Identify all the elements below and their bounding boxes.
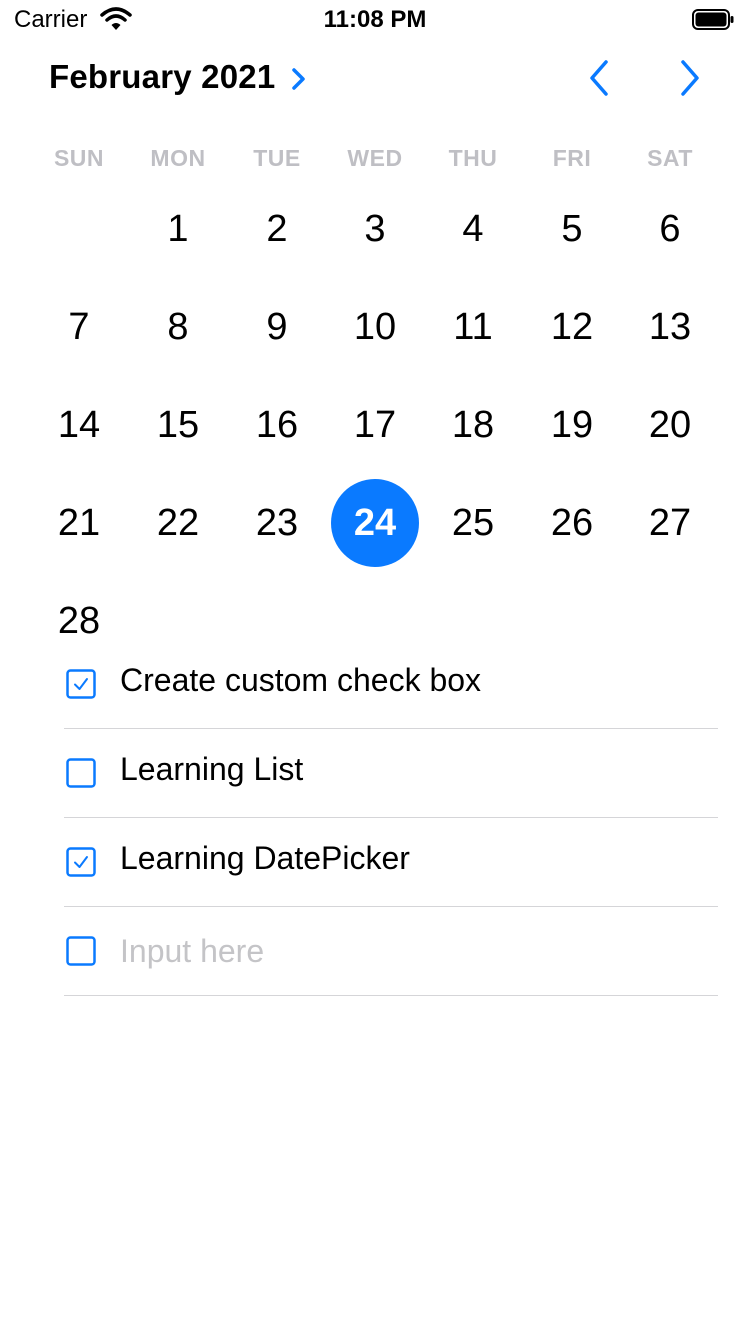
weekday-label: THU [448, 145, 498, 171]
calendar-day-label: 23 [255, 501, 299, 544]
calendar-day[interactable]: 21 [30, 474, 128, 572]
calendar-day[interactable]: 20 [621, 376, 719, 474]
calendar-day[interactable]: 7 [30, 278, 128, 376]
next-month-button[interactable] [671, 60, 707, 96]
weekday-label: WED [347, 145, 403, 171]
calendar-day[interactable]: 19 [523, 376, 621, 474]
weekday-label: SUN [53, 145, 105, 171]
calendar-day-label: 19 [550, 403, 594, 446]
list-item-label: Learning List [120, 751, 304, 787]
calendar-day-label: 18 [451, 403, 495, 446]
calendar-day[interactable]: 1 [129, 180, 227, 278]
calendar-day[interactable]: 9 [228, 278, 326, 376]
calendar-day-label: 3 [364, 207, 386, 250]
calendar-day-label: 7 [68, 305, 90, 348]
calendar-day[interactable]: 6 [621, 180, 719, 278]
calendar-day[interactable]: 27 [621, 474, 719, 572]
calendar-day[interactable]: 16 [228, 376, 326, 474]
calendar-day-label: 25 [451, 501, 495, 544]
calendar-day[interactable]: 26 [523, 474, 621, 572]
calendar-day-label: 24 [331, 479, 419, 567]
calendar-day-label: 20 [648, 403, 692, 446]
list-item-label: Create custom check box [120, 662, 482, 698]
checkbox-unchecked-icon[interactable] [66, 758, 96, 788]
calendar-day-grid: 1 2 3 4 5 6 7 8 9 10 11 12 13 14 15 16 17 18 19 20 21 22 23 24 2… [0, 180, 750, 660]
calendar-day-label: 4 [462, 207, 484, 250]
calendar-day-label: 17 [353, 403, 397, 446]
calendar-day[interactable]: 8 [129, 278, 227, 376]
checkbox-checked-icon[interactable] [66, 669, 96, 699]
calendar-day[interactable]: 15 [129, 376, 227, 474]
calendar-day[interactable]: 12 [523, 278, 621, 376]
calendar-day-label: 21 [57, 501, 101, 544]
calendar-day-label: 10 [353, 305, 397, 348]
calendar-day-label: 15 [156, 403, 200, 446]
status-time: 11:08 PM [323, 6, 427, 33]
calendar-day[interactable]: 4 [424, 180, 522, 278]
weekday-label: SAT [647, 145, 693, 171]
calendar-day-label: 27 [648, 501, 692, 544]
calendar-day[interactable]: 3 [326, 180, 424, 278]
list-item-label: Learning DatePicker [120, 840, 410, 876]
checkbox-unchecked-icon[interactable] [66, 936, 96, 966]
calendar-day-label: 5 [561, 207, 583, 250]
checkbox-checked-icon[interactable] [66, 847, 96, 877]
calendar-day-label: 8 [167, 305, 189, 348]
list-item[interactable]: Learning DatePicker [64, 818, 718, 907]
status-bar: Carrier 11:08 PM [0, 0, 750, 40]
calendar-day[interactable]: 23 [228, 474, 326, 572]
calendar-day-selected[interactable]: 24 [326, 474, 424, 572]
calendar-day[interactable]: 5 [523, 180, 621, 278]
calendar-day[interactable]: 10 [326, 278, 424, 376]
calendar-day-label: 14 [57, 403, 101, 446]
list-item[interactable]: Learning List [64, 729, 718, 818]
calendar-day-label: 22 [156, 501, 200, 544]
calendar-day-label: 13 [648, 305, 692, 348]
list-item[interactable]: Create custom check box [64, 640, 718, 729]
weekday-label: TUE [253, 145, 301, 171]
calendar-day[interactable]: 2 [228, 180, 326, 278]
weekday-label: FRI [552, 145, 592, 171]
calendar-day-label: 9 [266, 305, 288, 348]
new-item-input[interactable] [120, 927, 700, 975]
new-item-row [64, 907, 718, 996]
weekday-label: MON [150, 145, 206, 171]
calendar-day-label: 6 [659, 207, 681, 250]
calendar-day-label: 12 [550, 305, 594, 348]
battery-icon [692, 9, 734, 30]
calendar-day[interactable]: 17 [326, 376, 424, 474]
chevron-right-icon[interactable] [289, 65, 309, 93]
calendar-day-label: 16 [255, 403, 299, 446]
calendar-day[interactable]: 25 [424, 474, 522, 572]
weekday-header: SUN MON TUE WED THU FRI SAT [0, 145, 750, 175]
calendar-day[interactable]: 13 [621, 278, 719, 376]
previous-month-button[interactable] [582, 60, 618, 96]
calendar-day-label: 11 [453, 305, 493, 348]
calendar-day[interactable]: 14 [30, 376, 128, 474]
calendar-day[interactable]: 22 [129, 474, 227, 572]
month-year-title[interactable]: February 2021 [49, 58, 275, 96]
calendar-day[interactable]: 11 [424, 278, 522, 376]
calendar-day-label: 26 [550, 501, 594, 544]
calendar-day-label: 1 [167, 207, 189, 250]
todo-list: Create custom check box Learning List Le… [64, 640, 718, 996]
calendar-day-label: 2 [266, 207, 288, 250]
calendar-day-label: 28 [57, 599, 101, 642]
calendar-day[interactable]: 18 [424, 376, 522, 474]
